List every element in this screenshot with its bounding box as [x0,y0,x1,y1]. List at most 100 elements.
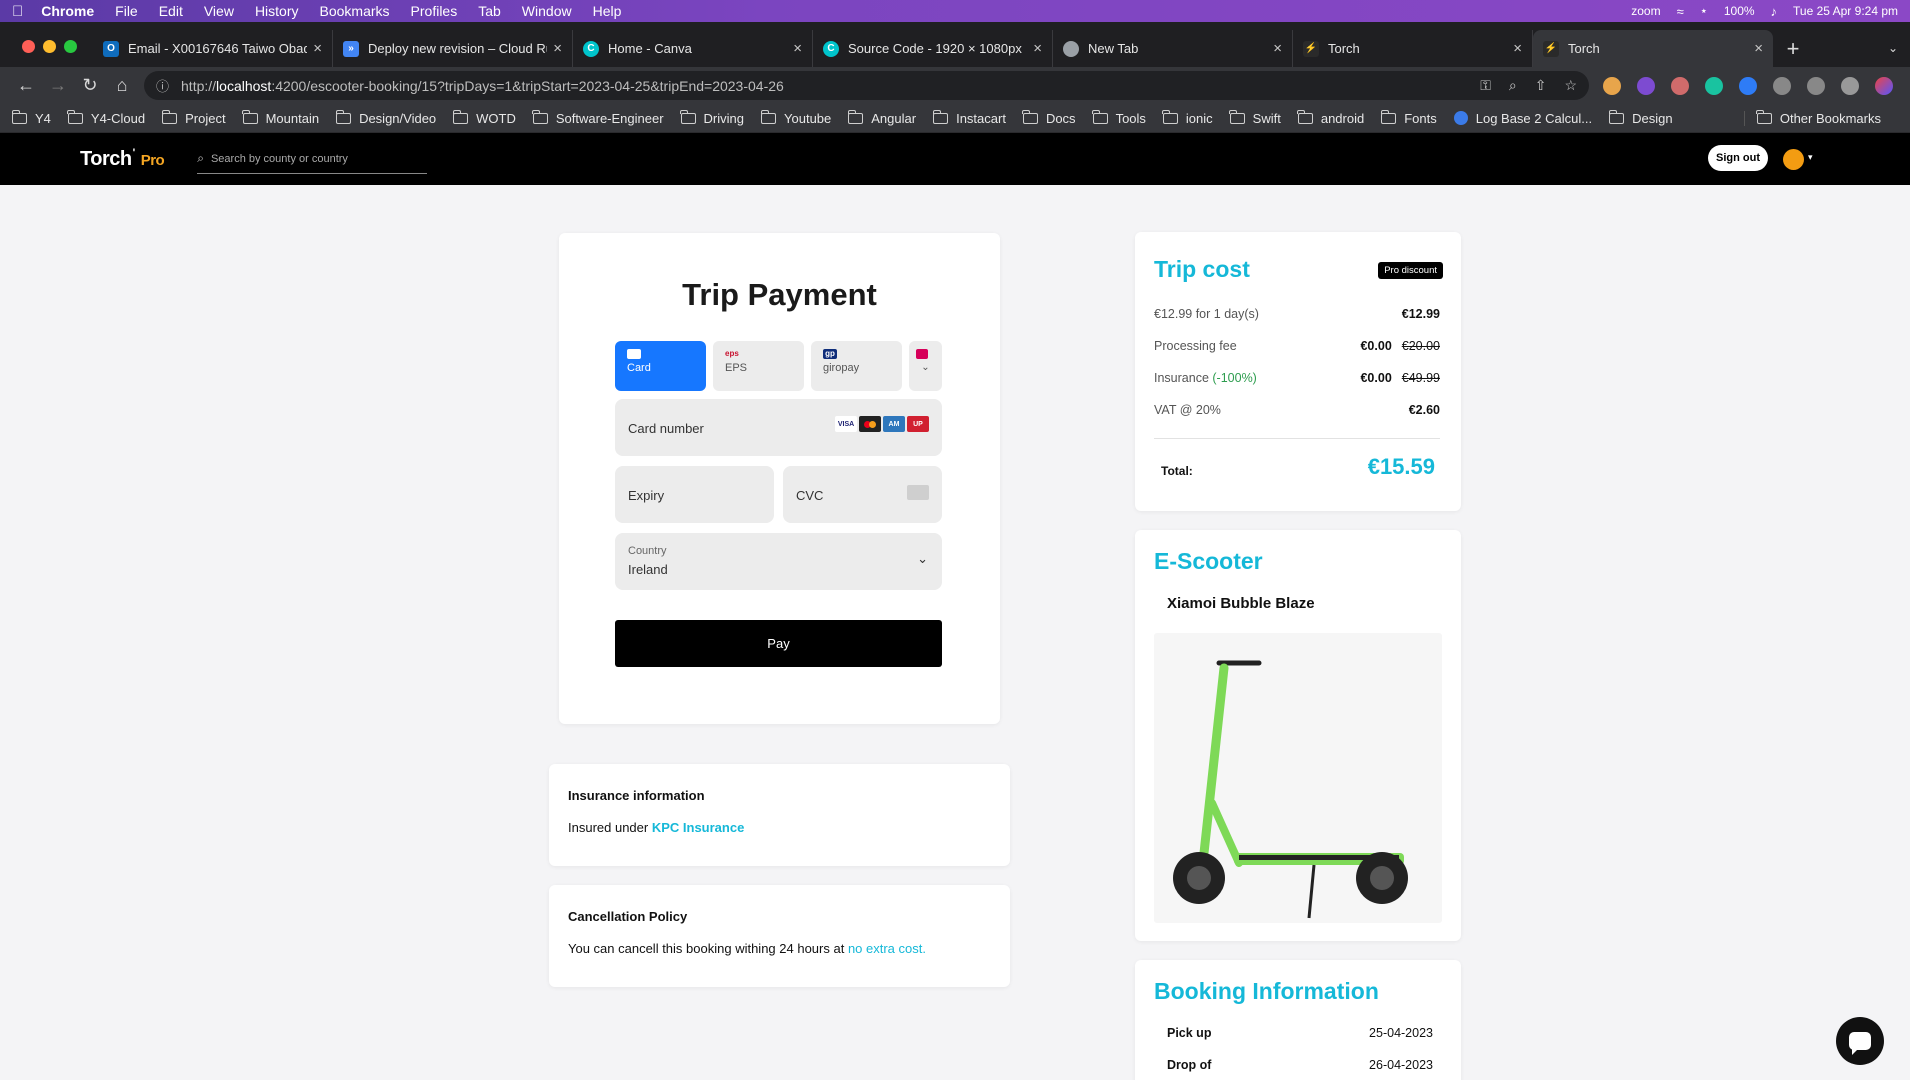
menu-history[interactable]: History [255,3,299,19]
menu-bookmarks[interactable]: Bookmarks [320,3,390,19]
pay-button[interactable]: Pay [615,620,942,667]
bookmark-folder[interactable]: Youtube [760,109,831,126]
bookmark-folder[interactable]: Angular [847,109,916,126]
bookmark-folder[interactable]: android [1297,109,1364,126]
cvc-field[interactable]: CVC [783,466,942,523]
browser-tab[interactable]: » Deploy new revision – Cloud Run × [333,30,573,67]
bookmark-star-icon[interactable]: ☆ [1564,77,1577,94]
torch-logo[interactable]: Torch ' Pro [80,147,165,171]
bookmark-folder[interactable]: Swift [1229,109,1281,126]
caret-down-icon[interactable]: ▾ [1808,152,1813,163]
menu-window[interactable]: Window [522,3,572,19]
bookmark-folder[interactable]: ionic [1162,109,1213,126]
extension-icon[interactable] [1705,76,1723,95]
puzzle-icon[interactable] [1773,76,1791,95]
back-arrow-icon[interactable]: ← [10,75,42,96]
volume-icon[interactable]: ♪ [1771,4,1778,19]
battery-percent[interactable]: 100% [1724,4,1755,18]
zoom-window-icon[interactable] [64,40,77,53]
bookmark-link[interactable]: Log Base 2 Calcul... [1453,111,1592,126]
canva-icon: C [823,40,839,57]
bookmark-folder[interactable]: Docs [1022,109,1076,126]
menu-edit[interactable]: Edit [159,3,183,19]
location-search-input[interactable]: ⌕ Search by county or country [197,144,428,174]
browser-tab[interactable]: New Tab × [1053,30,1293,67]
more-methods-dropdown[interactable]: ⌄ [909,341,942,391]
bookmark-folder[interactable]: Tools [1092,109,1146,126]
browser-tab[interactable]: C Home - Canva × [573,30,813,67]
bookmark-folder[interactable]: Fonts [1380,109,1437,126]
payment-method-card[interactable]: Card [615,341,706,391]
card-number-field[interactable]: Card number VISA AM UP [615,399,942,456]
close-tab-icon[interactable]: × [1273,40,1282,57]
sidepanel-icon[interactable] [1841,76,1859,95]
menu-profiles[interactable]: Profiles [411,3,458,19]
bookmark-folder[interactable]: Y4 [11,109,51,126]
download-icon[interactable] [1807,76,1825,95]
country-select[interactable]: Country Ireland ⌄ [615,533,942,590]
extension-icon[interactable] [1603,76,1621,95]
bookmark-folder[interactable]: Design [1608,109,1673,126]
bookmark-folder[interactable]: Instacart [932,109,1006,126]
bookmark-folder[interactable]: Software-Engineer [532,109,664,126]
booking-label: Pick up [1167,1026,1212,1040]
new-tab-button[interactable]: + [1773,30,1813,67]
total-value: €15.59 [1367,454,1435,479]
extension-icon[interactable] [1739,76,1757,95]
extension-icon[interactable] [1637,76,1655,95]
close-tab-icon[interactable]: × [553,40,562,57]
close-tab-icon[interactable]: × [1754,40,1763,57]
payment-method-eps[interactable]: eps EPS [713,341,804,391]
zoom-icon[interactable]: ⌕ [1509,77,1517,94]
close-tab-icon[interactable]: × [1513,40,1522,57]
menu-chrome[interactable]: Chrome [41,3,94,19]
extension-icon[interactable] [1671,76,1689,95]
no-extra-cost-link[interactable]: no extra cost. [848,941,926,956]
key-icon[interactable]: ⚿ [1480,77,1491,94]
tab-search-chevron-icon[interactable]: ⌄ [1888,41,1910,67]
user-avatar[interactable] [1783,149,1804,170]
bookmark-folder[interactable]: Design/Video [335,109,436,126]
reload-icon[interactable]: ↻ [74,75,106,96]
bookmark-folder[interactable]: Mountain [242,109,319,126]
insurance-provider-link[interactable]: KPC Insurance [652,820,744,835]
zoom-status[interactable]: zoom [1631,4,1660,18]
bluetooth-icon[interactable]: ⋆ [1700,3,1708,19]
browser-tab[interactable]: O Email - X00167646 Taiwo Obadi × [93,30,333,67]
chat-button[interactable] [1836,1017,1884,1065]
sign-out-button[interactable]: Sign out [1708,145,1768,171]
menu-help[interactable]: Help [593,3,622,19]
wifi-icon[interactable]: ≈ [1677,4,1684,19]
bookmark-folder[interactable]: Project [161,109,226,126]
globe-icon [1453,111,1468,125]
profile-avatar[interactable] [1875,76,1893,95]
bookmark-folder[interactable]: Driving [680,109,744,126]
cancellation-card: Cancellation Policy You can cancell this… [549,885,1010,987]
close-tab-icon[interactable]: × [793,40,802,57]
ideal-icon [916,349,928,359]
apple-icon[interactable]:  [12,3,23,20]
payment-method-giropay[interactable]: gp giropay [811,341,902,391]
menu-file[interactable]: File [115,3,138,19]
url-bar[interactable]: ⓘ http://localhost:4200/escooter-booking… [144,71,1589,100]
clock[interactable]: Tue 25 Apr 9:24 pm [1793,4,1898,18]
browser-tab-active[interactable]: ⚡ Torch × [1533,30,1773,67]
close-tab-icon[interactable]: × [313,40,322,57]
menu-tab[interactable]: Tab [478,3,501,19]
browser-tab[interactable]: ⚡ Torch × [1293,30,1533,67]
total-label: Total: [1161,464,1193,478]
forward-arrow-icon[interactable]: → [42,75,74,96]
close-window-icon[interactable] [22,40,35,53]
original-price: €49.99 [1401,371,1440,385]
site-info-icon[interactable]: ⓘ [156,76,169,95]
close-tab-icon[interactable]: × [1033,40,1042,57]
browser-tab[interactable]: C Source Code - 1920 × 1080px × [813,30,1053,67]
minimize-window-icon[interactable] [43,40,56,53]
bookmark-folder[interactable]: Y4-Cloud [67,109,145,126]
bookmark-folder[interactable]: WOTD [452,109,516,126]
menu-view[interactable]: View [204,3,234,19]
other-bookmarks[interactable]: Other Bookmarks [1743,109,1881,126]
home-icon[interactable]: ⌂ [106,75,138,96]
expiry-field[interactable]: Expiry [615,466,774,523]
share-icon[interactable]: ⇧ [1535,77,1547,94]
